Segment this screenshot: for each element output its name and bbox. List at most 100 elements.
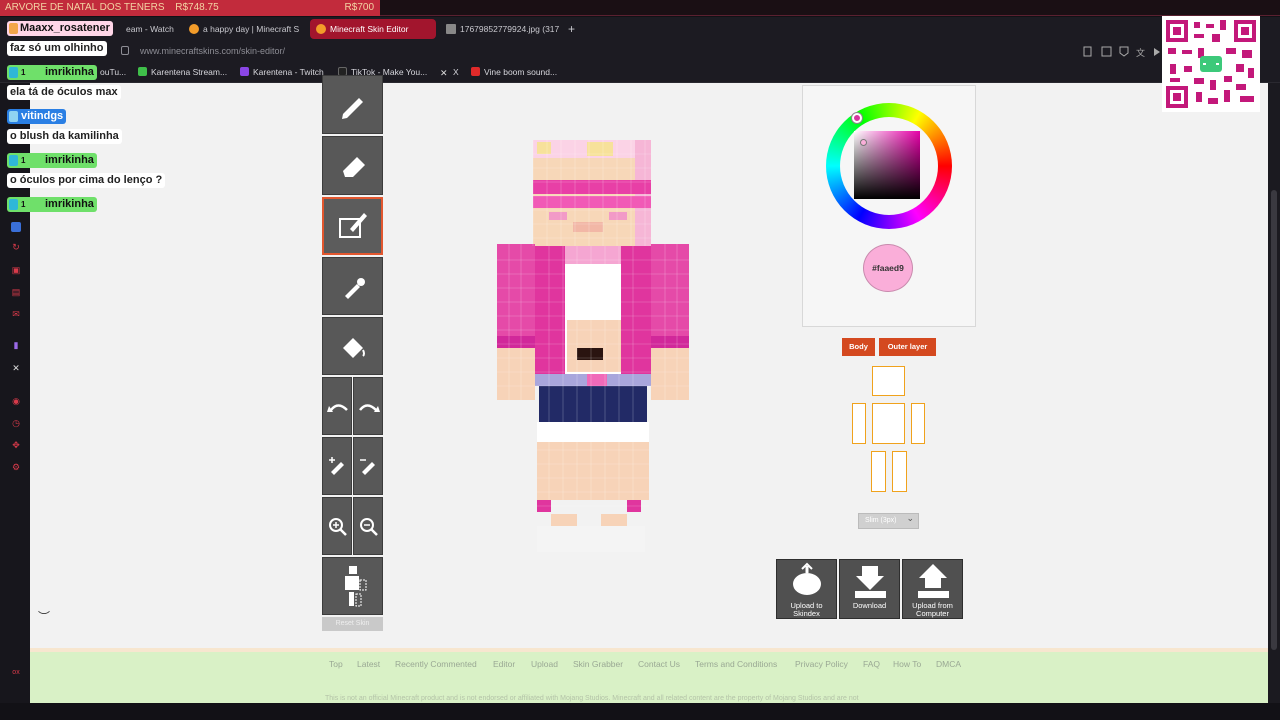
x-icon: ✕ <box>440 68 448 78</box>
eraser-icon <box>343 157 365 177</box>
skin-preview[interactable] <box>497 140 689 560</box>
x-icon[interactable]: ✕ <box>11 363 21 373</box>
qr-code <box>1162 16 1260 112</box>
footer-link-skin-grabber[interactable]: Skin Grabber <box>573 659 623 669</box>
eraser-tool-button[interactable] <box>322 136 383 195</box>
current-color-swatch[interactable]: #faaed9 <box>863 244 913 292</box>
chat-badge-count: 1 <box>21 68 26 77</box>
part-toggle-right-leg[interactable] <box>871 451 886 492</box>
brush-icon <box>339 213 367 238</box>
bag-icon[interactable]: ▣ <box>11 265 21 275</box>
settings-icon[interactable]: ⚙ <box>11 462 21 472</box>
reset-skin-button[interactable]: Reset Skin <box>322 617 383 631</box>
kick-icon <box>138 67 147 76</box>
footer-link-top[interactable]: Top <box>329 659 343 669</box>
chat-message: o óculos por cima do lenço ? <box>7 173 166 188</box>
eyedropper-tool-button[interactable] <box>322 257 383 315</box>
skindex-icon <box>793 562 821 595</box>
toggle-parts-button[interactable] <box>322 557 383 615</box>
upload-to-skindex-button[interactable]: Upload to Skindex <box>776 559 837 619</box>
chat-message: ela tá de óculos max <box>7 85 121 100</box>
play-icon[interactable]: ◉ <box>11 396 21 406</box>
file-icon <box>446 24 456 34</box>
brush-tool-button[interactable] <box>322 197 383 255</box>
footer-link-recently-commented[interactable]: Recently Commented <box>395 659 477 669</box>
part-toggle-left-arm[interactable] <box>911 403 925 444</box>
bookmark-karentena-twitch[interactable]: Karentena - Twitch <box>240 65 324 79</box>
footer-link-upload[interactable]: Upload <box>531 659 558 669</box>
twitch-icon[interactable]: ▮ <box>11 340 21 350</box>
footer-link-terms[interactable]: Terms and Conditions <box>695 659 777 669</box>
chat-username-text: imrikinha <box>45 154 94 166</box>
new-tab-button[interactable]: + <box>562 19 582 39</box>
tab-image-jpg[interactable]: 17679852779924.jpg (317 <box>440 19 560 39</box>
tab-happy-day[interactable]: a happy day | Minecraft S <box>183 19 303 39</box>
url-field[interactable]: www.minecraftskins.com/skin-editor/ <box>140 44 285 58</box>
redo-icon <box>359 404 380 412</box>
donation-goal-banner: ARVORE DE NATAL DOS TENERS R$748.75 R$70… <box>0 0 380 16</box>
download-label: Download <box>852 601 887 610</box>
footer-link-latest[interactable]: Latest <box>357 659 380 669</box>
outer-layer-button[interactable]: Outer layer <box>879 338 936 356</box>
bookmark-x[interactable]: ✕ X <box>440 65 459 79</box>
tab-label: 17679852779924.jpg (317 <box>460 24 560 34</box>
tab-minecraft-skin-editor[interactable]: Minecraft Skin Editor <box>310 19 436 39</box>
download-button[interactable]: Download <box>839 559 900 619</box>
chat-username: 1 imrikinha <box>7 65 97 80</box>
part-toggle-torso[interactable] <box>872 403 905 444</box>
undo-button[interactable] <box>322 377 352 435</box>
lock-icon <box>121 46 129 55</box>
footer-disclaimer: This is not an official Minecraft produc… <box>325 695 859 702</box>
chat-message: o blush da kamilinha <box>7 129 122 144</box>
bookmark-vine-boom[interactable]: Vine boom sound... <box>471 65 557 79</box>
upload-from-computer-button[interactable]: Upload from Computer <box>902 559 963 619</box>
puzzle-icon[interactable]: ✥ <box>11 440 21 450</box>
donation-label: ARVORE DE NATAL DOS TENERS <box>5 2 165 13</box>
darken-icon <box>360 459 375 475</box>
chat-username: 1 imrikinha <box>7 153 97 168</box>
bookmark-label: Karentena Stream... <box>151 67 228 77</box>
tab-watch[interactable]: eam - Watch <box>110 19 180 39</box>
donation-goal: R$700 <box>344 2 374 13</box>
download-icon <box>855 566 886 598</box>
footer-link-dmca[interactable]: DMCA <box>936 659 961 669</box>
footer-link-contact-us[interactable]: Contact Us <box>638 659 680 669</box>
footer-link-how-to[interactable]: How To <box>893 659 921 669</box>
footer-link-faq[interactable]: FAQ <box>863 659 880 669</box>
badge-icon <box>9 23 18 34</box>
svg-text:文: 文 <box>1136 47 1145 58</box>
scrollbar-thumb[interactable] <box>1271 190 1277 650</box>
part-toggle-head[interactable] <box>872 366 905 396</box>
mail-icon[interactable]: ✉ <box>11 309 21 319</box>
app-icon[interactable] <box>11 222 21 232</box>
qr-code-image <box>1166 20 1256 108</box>
pumpkin-icon <box>189 24 199 34</box>
calendar-icon[interactable]: ▤ <box>11 287 21 297</box>
saturation-cursor[interactable] <box>860 139 867 146</box>
upload-from-computer-label: Upload from Computer <box>912 601 953 618</box>
hue-cursor[interactable] <box>852 113 862 123</box>
pencil-tool-button[interactable] <box>322 75 383 134</box>
body-layer-button[interactable]: Body <box>842 338 875 356</box>
footer-link-privacy[interactable]: Privacy Policy <box>795 659 848 669</box>
model-select[interactable]: Slim (3px) <box>858 511 919 529</box>
chat-username-text: imrikinha <box>45 66 94 78</box>
footer-link-editor[interactable]: Editor <box>493 659 515 669</box>
chat-username: Maaxx_rosatener <box>7 21 113 36</box>
paint-bucket-icon <box>343 338 365 358</box>
zoom-in-button[interactable] <box>322 497 352 555</box>
bookmark-youtube[interactable]: ouTu... <box>100 65 126 79</box>
chevron-down-icon[interactable]: ︶ <box>38 608 50 625</box>
refresh-icon[interactable]: ↻ <box>11 242 21 252</box>
part-toggle-right-arm[interactable] <box>852 403 866 444</box>
clock-icon[interactable]: ◷ <box>11 418 21 428</box>
redo-button[interactable] <box>353 377 383 435</box>
darken-tool-button[interactable] <box>353 437 383 495</box>
skin-canvas <box>497 140 689 552</box>
profile-icon[interactable]: ox <box>11 668 21 678</box>
lighten-tool-button[interactable] <box>322 437 352 495</box>
bookmark-karentena-stream[interactable]: Karentena Stream... <box>138 65 227 79</box>
part-toggle-left-leg[interactable] <box>892 451 907 492</box>
zoom-out-button[interactable] <box>353 497 383 555</box>
fill-tool-button[interactable] <box>322 317 383 375</box>
